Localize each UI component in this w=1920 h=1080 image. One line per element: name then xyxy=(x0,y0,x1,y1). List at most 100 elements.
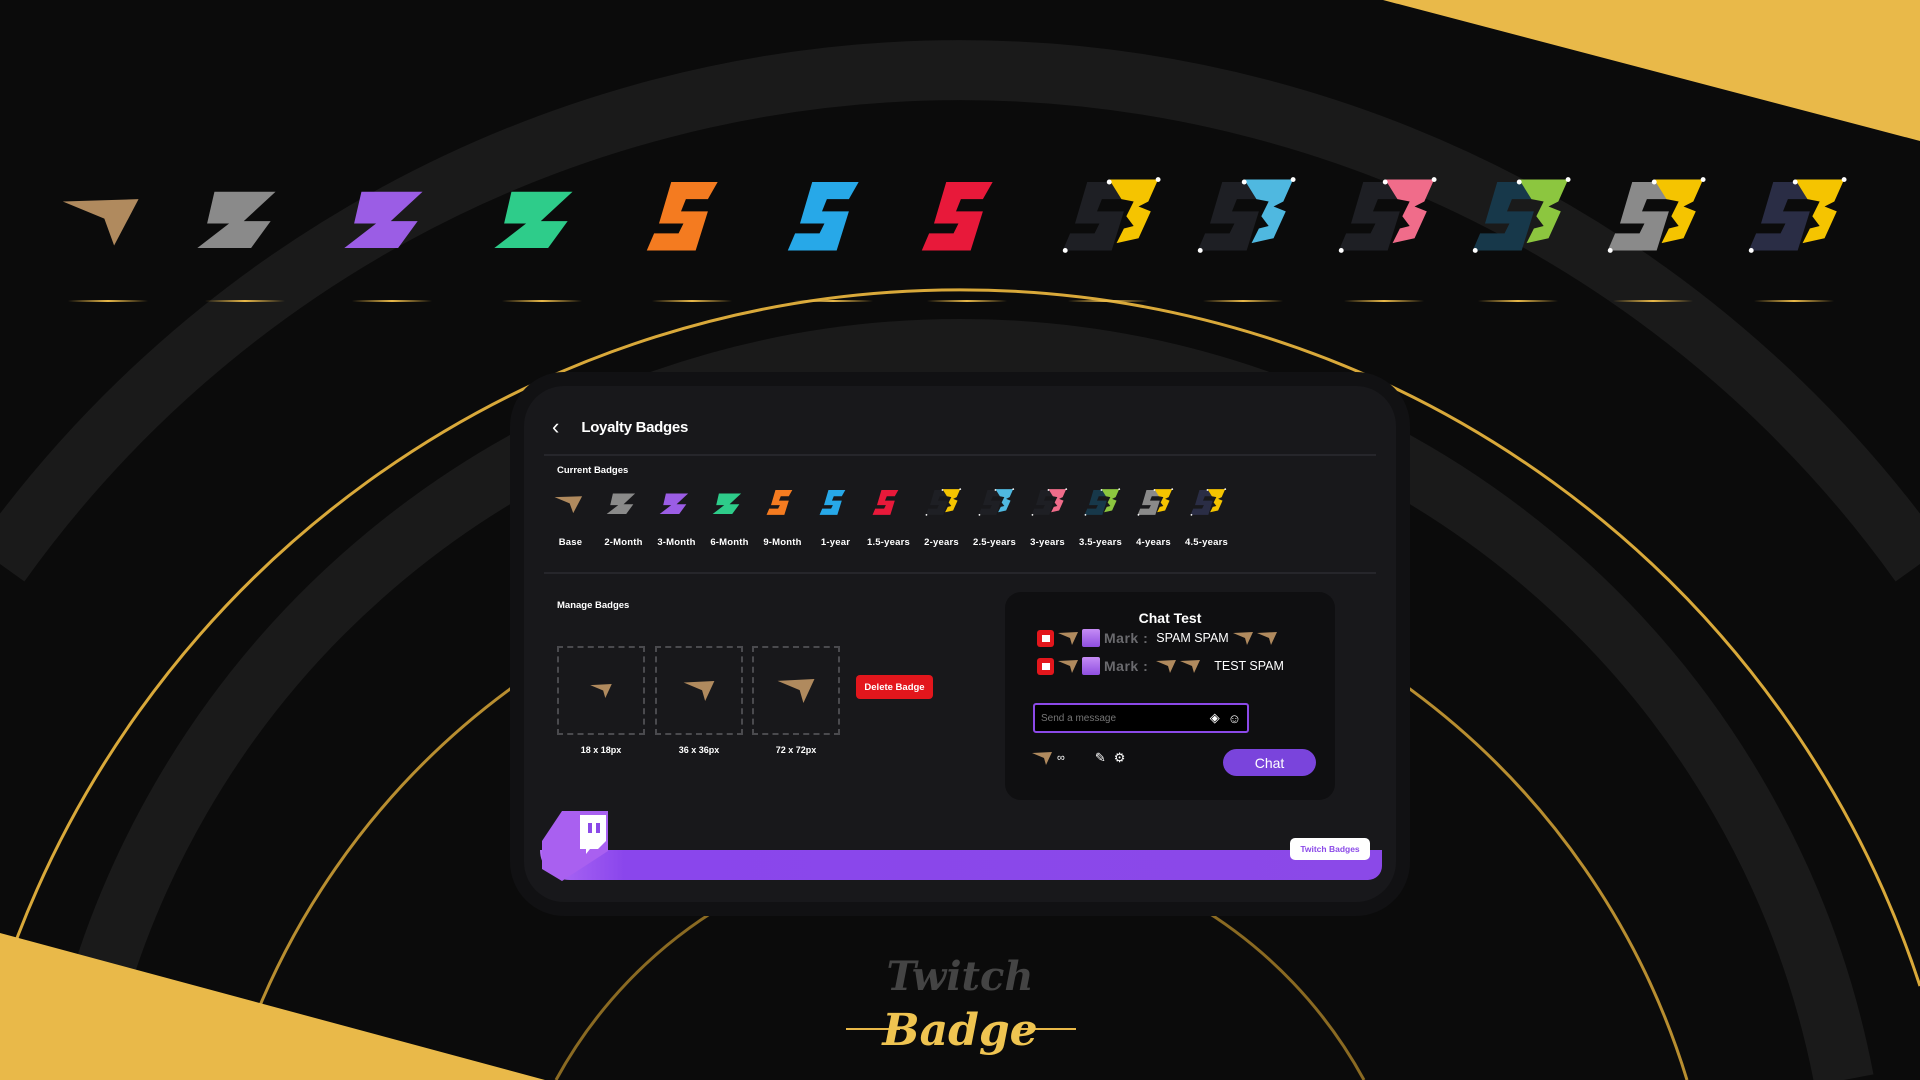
chat-username: Mark : xyxy=(1104,658,1149,674)
badge-chevron-icon xyxy=(1180,659,1201,673)
chat-text: TEST SPAM xyxy=(1214,659,1284,673)
badge-s3-icon xyxy=(1137,488,1173,516)
badge-underline xyxy=(68,300,148,302)
divider xyxy=(544,572,1376,574)
badge-underline xyxy=(1478,300,1558,302)
badge-s3-icon xyxy=(1607,177,1706,253)
purple-footer-bar xyxy=(540,850,1382,880)
showcase-badge-4.5-years xyxy=(1739,170,1849,302)
manage-badges-heading: Manage Badges xyxy=(557,600,630,611)
badge-label: Base xyxy=(558,537,583,548)
current-badge-3-years[interactable]: 3-years xyxy=(1021,484,1074,548)
gift-icon xyxy=(1082,629,1100,647)
badge-chevron-icon xyxy=(554,496,582,514)
badge-underline xyxy=(1203,300,1283,302)
chat-message: Mark : SPAM SPAM xyxy=(1037,629,1277,647)
badge-underline xyxy=(927,300,1007,302)
showcase-badge-6-month xyxy=(487,170,597,302)
badge-underline xyxy=(1344,300,1424,302)
badge-chevron-icon xyxy=(1232,631,1253,645)
showcase-badge-2-month xyxy=(190,170,300,302)
twitch-badge-logo: Twitch Badge xyxy=(846,953,1076,1056)
badge-z-icon xyxy=(659,493,688,514)
badge-chevron-icon xyxy=(777,678,815,703)
page-title: Loyalty Badges xyxy=(581,418,688,436)
badge-s3-icon xyxy=(1472,177,1571,253)
size-label: 72 x 72px xyxy=(775,745,817,755)
upload-slot-18[interactable] xyxy=(557,646,645,735)
badge-s3-icon xyxy=(1031,488,1067,516)
current-badge-3.5-years[interactable]: 3.5-years xyxy=(1074,484,1127,548)
chat-text: SPAM SPAM xyxy=(1156,631,1229,645)
chat-title: Chat Test xyxy=(1138,610,1202,626)
badge-s-icon xyxy=(766,490,792,515)
badge-s3-icon xyxy=(1084,488,1120,516)
badge-z-icon xyxy=(606,493,635,514)
badge-s-icon xyxy=(819,490,845,515)
badge-label: 3-Month xyxy=(657,537,696,548)
current-badge-1-year[interactable]: 1-year xyxy=(809,484,862,548)
camera-icon xyxy=(1037,629,1054,647)
badge-s3-icon xyxy=(1197,177,1296,253)
badge-chevron-icon xyxy=(62,199,139,246)
badge-z-icon xyxy=(344,191,423,248)
badge-z-icon xyxy=(712,493,741,514)
upload-slot-72[interactable] xyxy=(752,646,840,735)
current-badge-9-month[interactable]: 9-Month xyxy=(756,484,809,548)
svg-text:Badge: Badge xyxy=(880,1005,1037,1056)
badge-z-icon xyxy=(197,191,276,248)
gift-icon xyxy=(1082,657,1100,675)
badge-s-icon xyxy=(787,182,859,251)
settings-icon[interactable]: ⚙ xyxy=(1114,750,1126,766)
delete-badge-button[interactable]: Delete Badge xyxy=(856,675,933,699)
bits-icon[interactable]: ◈ xyxy=(1210,710,1220,726)
badge-label: 3-years xyxy=(1030,537,1065,548)
current-badge-3-month[interactable]: 3-Month xyxy=(650,484,703,548)
showcase-badge-1.5-years xyxy=(912,170,1022,302)
message-input[interactable] xyxy=(1041,712,1202,724)
current-badge-4-years[interactable]: 4-years xyxy=(1127,484,1180,548)
current-badge-base[interactable]: Base xyxy=(544,484,597,548)
badge-s-icon xyxy=(872,490,898,515)
pin-icon[interactable]: ✎ xyxy=(1095,750,1106,766)
message-input-box[interactable]: ◈ ☺ xyxy=(1033,703,1249,733)
badge-chevron-icon xyxy=(1032,751,1052,765)
current-badge-2.5-years[interactable]: 2.5-years xyxy=(968,484,1021,548)
current-badge-2-month[interactable]: 2-Month xyxy=(597,484,650,548)
showcase-badge-3.5-years xyxy=(1463,170,1573,302)
badge-s-icon xyxy=(921,182,993,251)
badge-chevron-icon xyxy=(683,680,715,701)
showcase-badge-base xyxy=(53,170,163,302)
current-badge-1.5-years[interactable]: 1.5-years xyxy=(862,484,915,548)
chat-message: Mark : TEST SPAM xyxy=(1037,657,1284,675)
badge-label: 1-year xyxy=(820,537,851,548)
badge-underline xyxy=(793,300,873,302)
twitch-badges-tag: Twitch Badges xyxy=(1290,838,1370,860)
showcase-badge-1-year xyxy=(778,170,888,302)
upload-slot-36[interactable] xyxy=(655,646,743,735)
chat-button[interactable]: Chat xyxy=(1223,749,1316,776)
current-badges-heading: Current Badges xyxy=(557,465,629,476)
badge-s3-icon xyxy=(1338,177,1437,253)
badge-s3-icon xyxy=(978,488,1014,516)
current-badge-4.5-years[interactable]: 4.5-years xyxy=(1180,484,1233,548)
badge-s3-icon xyxy=(1748,177,1847,253)
emote-icon[interactable]: ☺ xyxy=(1228,711,1241,726)
current-badge-2-years[interactable]: 2-years xyxy=(915,484,968,548)
badge-underline xyxy=(205,300,285,302)
badge-label: 9-Month xyxy=(763,537,802,548)
current-badges-list: Base 2-Month 3-Month 6-Month 9-Month 1-year 1.… xyxy=(544,484,1233,548)
badge-label: 4.5-years xyxy=(1184,537,1228,548)
badge-label: 6-Month xyxy=(710,537,749,548)
badge-underline xyxy=(1613,300,1693,302)
back-icon[interactable]: ‹ xyxy=(552,414,559,440)
badge-z-icon xyxy=(494,191,573,248)
badge-label: 2.5-years xyxy=(972,537,1016,548)
twitch-logo-icon xyxy=(542,811,608,881)
chat-test-panel: Chat Test Mark : SPAM SPAM Mark : TEST S… xyxy=(1005,592,1335,800)
size-label: 36 x 36px xyxy=(678,745,720,755)
badge-s3-icon xyxy=(1062,177,1161,253)
current-badge-6-month[interactable]: 6-Month xyxy=(703,484,756,548)
badge-chevron-icon xyxy=(590,683,612,698)
svg-text:Twitch: Twitch xyxy=(887,953,1034,1000)
